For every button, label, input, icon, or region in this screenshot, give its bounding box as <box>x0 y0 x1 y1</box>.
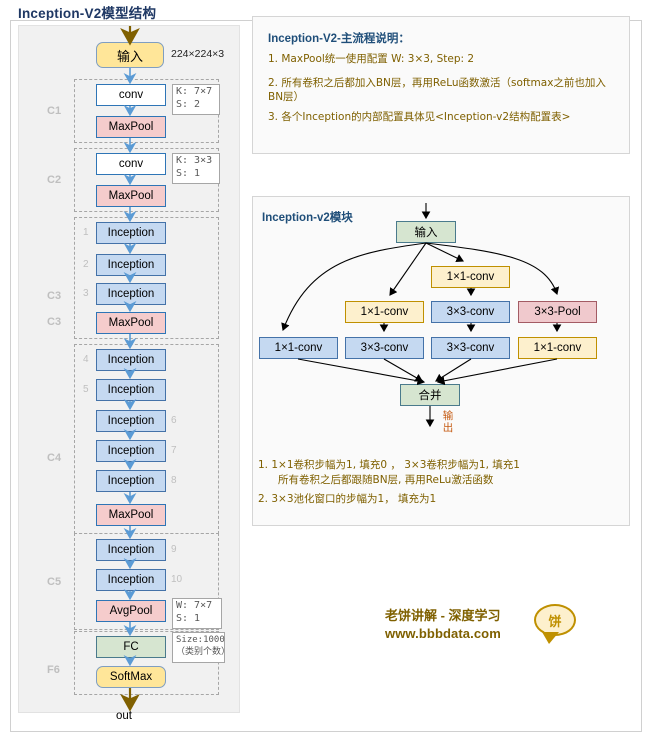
node-inception-7[interactable]: Inception <box>96 440 166 462</box>
notes-bottom-line-1: 1. 1×1卷积步幅为1, 填充0 ， 3×3卷积步幅为1, 填充1 <box>258 459 520 471</box>
module-node-1x1-conv-mid-1[interactable]: 1×1-conv <box>345 301 424 323</box>
inception-number-8: 8 <box>171 475 177 486</box>
module-node-1x1-conv-bottom-4[interactable]: 1×1-conv <box>518 337 597 359</box>
group-label-c2: C2 <box>47 174 62 186</box>
output-label: out <box>116 710 132 722</box>
brand-bubble-tail <box>544 631 556 640</box>
inception-number-10: 10 <box>171 574 183 585</box>
module-node-input[interactable]: 输入 <box>396 221 456 243</box>
node-input[interactable]: 输入 <box>96 42 164 68</box>
node-fc[interactable]: FC <box>96 636 166 658</box>
group-label-c1: C1 <box>47 105 62 117</box>
inception-number-3: 3 <box>83 288 89 299</box>
notes-top-line-2: 2. 所有卷积之后都加入BN层，再用ReLu函数激活（softmax之前也加入B… <box>268 77 606 103</box>
node-inception-4[interactable]: Inception <box>96 349 166 371</box>
group-label-c5: C5 <box>47 576 62 588</box>
inception-number-9: 9 <box>171 544 177 555</box>
node-c1-maxpool[interactable]: MaxPool <box>96 116 166 138</box>
node-inception-6[interactable]: Inception <box>96 410 166 432</box>
spec-fc: Size:1000 （类别个数） <box>172 632 230 663</box>
inception-number-4: 4 <box>83 354 89 365</box>
spec-c2: K: 3×3 S: 1 <box>172 153 220 184</box>
node-softmax[interactable]: SoftMax <box>96 666 166 688</box>
group-label-c4: C4 <box>47 452 62 464</box>
node-inception-5[interactable]: Inception <box>96 379 166 401</box>
brand-line-1: 老饼讲解 - 深度学习 <box>385 608 501 623</box>
inception-number-5: 5 <box>83 384 89 395</box>
module-node-3x3-conv-bottom-3[interactable]: 3×3-conv <box>431 337 510 359</box>
notes-top-line-1: 1. MaxPool统一使用配置 W: 3×3, Step: 2 <box>268 53 475 65</box>
brand-text: 老饼讲解 - 深度学习 www.bbbdata.com <box>385 607 501 643</box>
module-node-3x3-pool-mid-3[interactable]: 3×3-Pool <box>518 301 597 323</box>
diagram-canvas: Inception-V2模型结构 C1 C2 C3 C3 C4 C5 F6 输入… <box>0 0 652 746</box>
notes-top-line-3: 3. 各个Inception的内部配置具体见<Inception-v2结构配置表… <box>268 111 571 123</box>
module-output-label: 输出 <box>442 410 454 434</box>
module-title: Inception-v2模块 <box>262 212 353 224</box>
notes-top-title: Inception-V2-主流程说明： <box>268 33 410 45</box>
node-inception-1[interactable]: Inception <box>96 222 166 244</box>
node-inception-10[interactable]: Inception <box>96 569 166 591</box>
node-c2-maxpool[interactable]: MaxPool <box>96 185 166 207</box>
module-node-merge[interactable]: 合并 <box>400 384 460 406</box>
module-node-3x3-conv-bottom-2[interactable]: 3×3-conv <box>345 337 424 359</box>
inception-number-1: 1 <box>83 227 89 238</box>
module-node-1x1-conv-bottom-1[interactable]: 1×1-conv <box>259 337 338 359</box>
notes-bottom-line-3: 2. 3×3池化窗口的步幅为1， 填充为1 <box>258 493 437 505</box>
node-inception-9[interactable]: Inception <box>96 539 166 561</box>
inception-number-2: 2 <box>83 259 89 270</box>
brand-line-2: www.bbbdata.com <box>385 626 501 641</box>
inception-number-6: 6 <box>171 415 177 426</box>
spec-avgpool: W: 7×7 S: 1 <box>172 598 222 629</box>
node-avgpool[interactable]: AvgPool <box>96 600 166 622</box>
spec-c1: K: 7×7 S: 2 <box>172 84 220 115</box>
group-label-f6: F6 <box>47 664 60 676</box>
node-c3-maxpool[interactable]: MaxPool <box>96 312 166 334</box>
node-c2-conv[interactable]: conv <box>96 153 166 175</box>
module-node-3x3-conv-mid-2[interactable]: 3×3-conv <box>431 301 510 323</box>
node-c1-conv[interactable]: conv <box>96 84 166 106</box>
notes-bottom-line-2: 所有卷积之后都跟随BN层, 再用ReLu激活函数 <box>278 474 494 486</box>
module-node-1x1-conv-top[interactable]: 1×1-conv <box>431 266 510 288</box>
node-inception-3[interactable]: Inception <box>96 283 166 305</box>
brand-bubble-icon: 饼 <box>534 604 576 644</box>
inception-number-7: 7 <box>171 445 177 456</box>
node-c4-maxpool[interactable]: MaxPool <box>96 504 166 526</box>
node-inception-2[interactable]: Inception <box>96 254 166 276</box>
group-label-c3-b: C3 <box>47 316 62 328</box>
input-shape-label: 224×224×3 <box>171 48 225 60</box>
brand-bubble-text: 饼 <box>548 613 562 629</box>
node-inception-8[interactable]: Inception <box>96 470 166 492</box>
group-label-c3-a: C3 <box>47 290 62 302</box>
